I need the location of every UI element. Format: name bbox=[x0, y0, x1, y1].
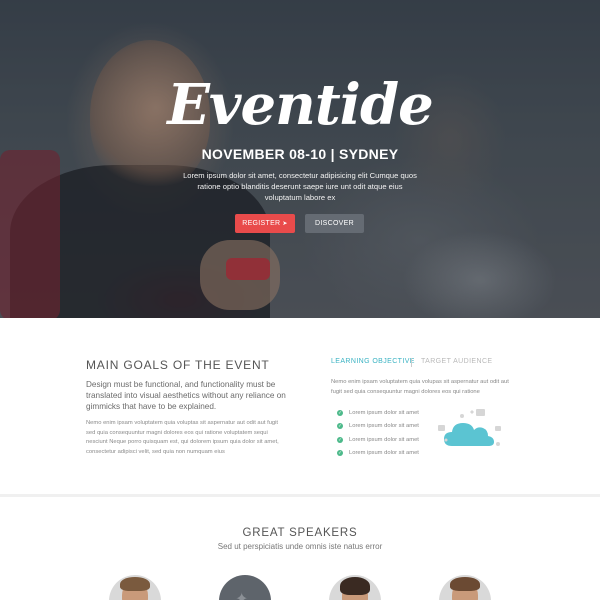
check-circle-icon: ✓ bbox=[337, 436, 343, 443]
list-item: ✓ Lorem ipsum dolor sit amet bbox=[337, 447, 437, 461]
speaker-avatar[interactable] bbox=[439, 575, 491, 600]
check-circle-icon: ✓ bbox=[337, 409, 343, 416]
speakers-subtitle: Sed ut perspiciatis unde omnis iste natu… bbox=[217, 542, 383, 551]
objective-checklist: ✓ Lorem ipsum dolor sit amet ✓ Lorem ips… bbox=[337, 406, 437, 460]
speaker-avatar[interactable] bbox=[109, 575, 161, 600]
list-item-label: Lorem ipsum dolor sit amet bbox=[349, 450, 419, 457]
register-label: REGISTER bbox=[242, 220, 281, 227]
list-item: ✓ Lorem ipsum dolor sit amet bbox=[337, 406, 437, 420]
speaker-hair bbox=[450, 577, 480, 591]
hero-content: Eventide NOVEMBER 08-10 | SYDNEY Lorem i… bbox=[0, 0, 600, 318]
list-item-label: Lorem ipsum dolor sit amet bbox=[349, 423, 419, 430]
list-item-label: Lorem ipsum dolor sit amet bbox=[349, 436, 419, 443]
speakers-section: GREAT SPEAKERS Sed ut perspiciatis unde … bbox=[0, 497, 600, 600]
list-item: ✓ Lorem ipsum dolor sit amet bbox=[337, 433, 437, 447]
goals-lead: Design must be functional, and functiona… bbox=[86, 380, 286, 411]
chevron-right-circle-icon: ➤ bbox=[282, 221, 288, 227]
check-circle-icon: ✓ bbox=[337, 450, 343, 457]
tab-content-text: Nemo enim ipsam voluptatem quia volupas … bbox=[331, 379, 509, 395]
speaker-hair bbox=[120, 577, 150, 591]
tab-target-audience[interactable]: TARGET AUDIENCE bbox=[421, 358, 492, 365]
goals-section: MAIN GOALS OF THE EVENT Design must be f… bbox=[0, 318, 600, 494]
discover-button[interactable]: DISCOVER bbox=[305, 214, 364, 233]
list-item: ✓ Lorem ipsum dolor sit amet bbox=[337, 420, 437, 434]
speakers-title: GREAT SPEAKERS bbox=[242, 527, 358, 539]
cloud-devices-icon bbox=[438, 409, 501, 446]
speaker-hair bbox=[340, 577, 370, 595]
goals-body: Nemo enim ipsam voluptatem quia voluptas… bbox=[86, 420, 279, 455]
tab-divider bbox=[411, 358, 412, 367]
check-circle-icon: ✓ bbox=[337, 423, 343, 430]
hero-section: Eventide NOVEMBER 08-10 | SYDNEY Lorem i… bbox=[0, 0, 600, 318]
list-item-label: Lorem ipsum dolor sit amet bbox=[349, 409, 419, 416]
tab-learning-objective[interactable]: LEARNING OBJECTIVE bbox=[331, 358, 415, 365]
twitter-bird-icon: ✦ bbox=[235, 591, 249, 600]
register-button[interactable]: REGISTER ➤ bbox=[235, 214, 295, 233]
event-dates: NOVEMBER 08-10 | SYDNEY bbox=[201, 146, 399, 162]
speaker-avatar[interactable] bbox=[329, 575, 381, 600]
speaker-avatar-twitter[interactable]: ✦ bbox=[219, 575, 271, 600]
hero-intro-text: Lorem ipsum dolor sit amet, consectetur … bbox=[183, 171, 417, 202]
goals-title: MAIN GOALS OF THE EVENT bbox=[86, 358, 270, 372]
event-logo: Eventide bbox=[167, 72, 434, 138]
